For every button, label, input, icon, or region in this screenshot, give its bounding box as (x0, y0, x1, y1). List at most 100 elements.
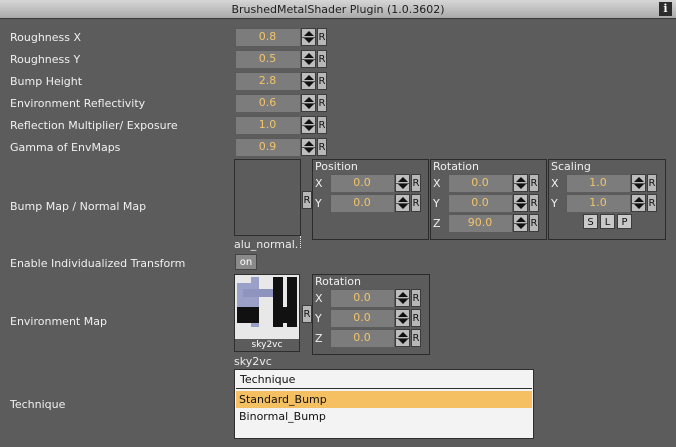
roughness-x-reset-button[interactable]: R (317, 28, 327, 46)
roughness-x-value[interactable]: 0.8 (235, 28, 300, 46)
info-button[interactable]: i (659, 2, 672, 16)
arrow-up-icon[interactable] (304, 141, 314, 146)
gamma-envmaps-value[interactable]: 0.9 (235, 138, 300, 156)
env-rotation-y-reset-button[interactable]: R (411, 309, 421, 327)
position-y-reset-button[interactable]: R (411, 194, 421, 212)
roughness-y-reset-button[interactable]: R (317, 50, 327, 68)
arrow-down-icon[interactable] (304, 82, 314, 87)
arrow-up-icon[interactable] (304, 53, 314, 58)
arrow-down-icon[interactable] (634, 184, 644, 189)
arrow-down-icon[interactable] (304, 126, 314, 131)
position-x-reset-button[interactable]: R (411, 174, 421, 192)
arrow-up-icon[interactable] (304, 75, 314, 80)
position-x-value[interactable]: 0.0 (330, 174, 394, 192)
rotation-x-spinner[interactable] (513, 174, 528, 192)
scaling-x-spinner[interactable] (631, 174, 646, 192)
arrow-down-icon[interactable] (398, 204, 408, 209)
arrow-down-icon[interactable] (304, 38, 314, 43)
arrow-down-icon[interactable] (304, 60, 314, 65)
arrow-up-icon[interactable] (398, 332, 408, 337)
arrow-down-icon[interactable] (398, 339, 408, 344)
arrow-up-icon[interactable] (398, 197, 408, 202)
scaling-y-spinner[interactable] (631, 194, 646, 212)
bump-map-filename: alu_normal. (234, 238, 299, 251)
scaling-y-value[interactable]: 1.0 (566, 194, 630, 212)
arrow-down-icon[interactable] (398, 319, 408, 324)
env-rotation-z-spinner[interactable] (395, 329, 410, 347)
env-rotation-y-spinner[interactable] (395, 309, 410, 327)
arrow-down-icon[interactable] (398, 299, 408, 304)
bump-height-value[interactable]: 2.8 (235, 72, 300, 90)
arrow-up-icon[interactable] (398, 312, 408, 317)
arrow-up-icon[interactable] (398, 177, 408, 182)
gamma-envmaps-reset-button[interactable]: R (317, 138, 327, 156)
technique-item-standard-bump[interactable]: Standard_Bump (236, 391, 532, 408)
arrow-up-icon[interactable] (304, 97, 314, 102)
arrow-up-icon[interactable] (304, 31, 314, 36)
env-reflectivity-value[interactable]: 0.6 (235, 94, 300, 112)
arrow-down-icon[interactable] (304, 104, 314, 109)
rotation-title: Rotation (433, 160, 480, 173)
position-y-value[interactable]: 0.0 (330, 194, 394, 212)
scaling-l-button[interactable]: L (600, 214, 615, 229)
roughness-x-spinner[interactable] (301, 28, 316, 46)
scaling-x-value[interactable]: 1.0 (566, 174, 630, 192)
arrow-down-icon[interactable] (516, 204, 526, 209)
rotation-y-spinner[interactable] (513, 194, 528, 212)
env-reflectivity-spinner[interactable] (301, 94, 316, 112)
roughness-y-spinner[interactable] (301, 50, 316, 68)
technique-item-binormal-bump[interactable]: Binormal_Bump (236, 408, 532, 425)
rotation-z-reset-button[interactable]: R (529, 214, 539, 232)
env-map-reset-button[interactable]: R (302, 305, 312, 323)
rotation-y-label: Y (433, 197, 440, 210)
rotation-y-reset-button[interactable]: R (529, 194, 539, 212)
position-title: Position (315, 160, 358, 173)
arrow-up-icon[interactable] (516, 177, 526, 182)
arrow-down-icon[interactable] (516, 184, 526, 189)
reflection-multiplier-value[interactable]: 1.0 (235, 116, 300, 134)
rotation-x-value[interactable]: 0.0 (448, 174, 512, 192)
rotation-y-value[interactable]: 0.0 (448, 194, 512, 212)
arrow-down-icon[interactable] (304, 148, 314, 153)
env-rotation-y-value[interactable]: 0.0 (330, 309, 394, 327)
scaling-p-button[interactable]: P (617, 214, 632, 229)
arrow-down-icon[interactable] (516, 224, 526, 229)
env-rotation-x-spinner[interactable] (395, 289, 410, 307)
bump-height-reset-button[interactable]: R (317, 72, 327, 90)
transform-toggle[interactable]: on (235, 254, 257, 270)
arrow-up-icon[interactable] (634, 197, 644, 202)
position-y-spinner[interactable] (395, 194, 410, 212)
technique-list-header: Technique (236, 371, 532, 389)
arrow-up-icon[interactable] (634, 177, 644, 182)
bump-map-slot[interactable] (234, 159, 301, 236)
arrow-up-icon[interactable] (516, 197, 526, 202)
arrow-down-icon[interactable] (634, 204, 644, 209)
arrow-up-icon[interactable] (304, 119, 314, 124)
env-rotation-z-reset-button[interactable]: R (411, 329, 421, 347)
transform-label: Enable Individualized Transform (10, 257, 186, 270)
bump-height-spinner[interactable] (301, 72, 316, 90)
scaling-s-button[interactable]: S (583, 214, 598, 229)
position-x-spinner[interactable] (395, 174, 410, 192)
technique-list[interactable]: Technique Standard_Bump Binormal_Bump (234, 369, 534, 439)
env-rotation-z-value[interactable]: 0.0 (330, 329, 394, 347)
rotation-z-value[interactable]: 90.0 (448, 214, 512, 232)
arrow-down-icon[interactable] (398, 184, 408, 189)
env-map-filename: sky2vc (234, 355, 272, 368)
reflection-multiplier-spinner[interactable] (301, 116, 316, 134)
env-rotation-x-reset-button[interactable]: R (411, 289, 421, 307)
scaling-x-reset-button[interactable]: R (647, 174, 657, 192)
gamma-envmaps-spinner[interactable] (301, 138, 316, 156)
position-x-label: X (315, 177, 323, 190)
scaling-y-reset-button[interactable]: R (647, 194, 657, 212)
rotation-x-reset-button[interactable]: R (529, 174, 539, 192)
reflection-multiplier-reset-button[interactable]: R (317, 116, 327, 134)
env-map-caption: sky2vc (235, 339, 299, 351)
rotation-z-spinner[interactable] (513, 214, 528, 232)
env-rotation-x-value[interactable]: 0.0 (330, 289, 394, 307)
arrow-up-icon[interactable] (398, 292, 408, 297)
env-reflectivity-reset-button[interactable]: R (317, 94, 327, 112)
roughness-y-value[interactable]: 0.5 (235, 50, 300, 68)
arrow-up-icon[interactable] (516, 217, 526, 222)
bump-map-reset-button[interactable]: R (302, 191, 312, 209)
